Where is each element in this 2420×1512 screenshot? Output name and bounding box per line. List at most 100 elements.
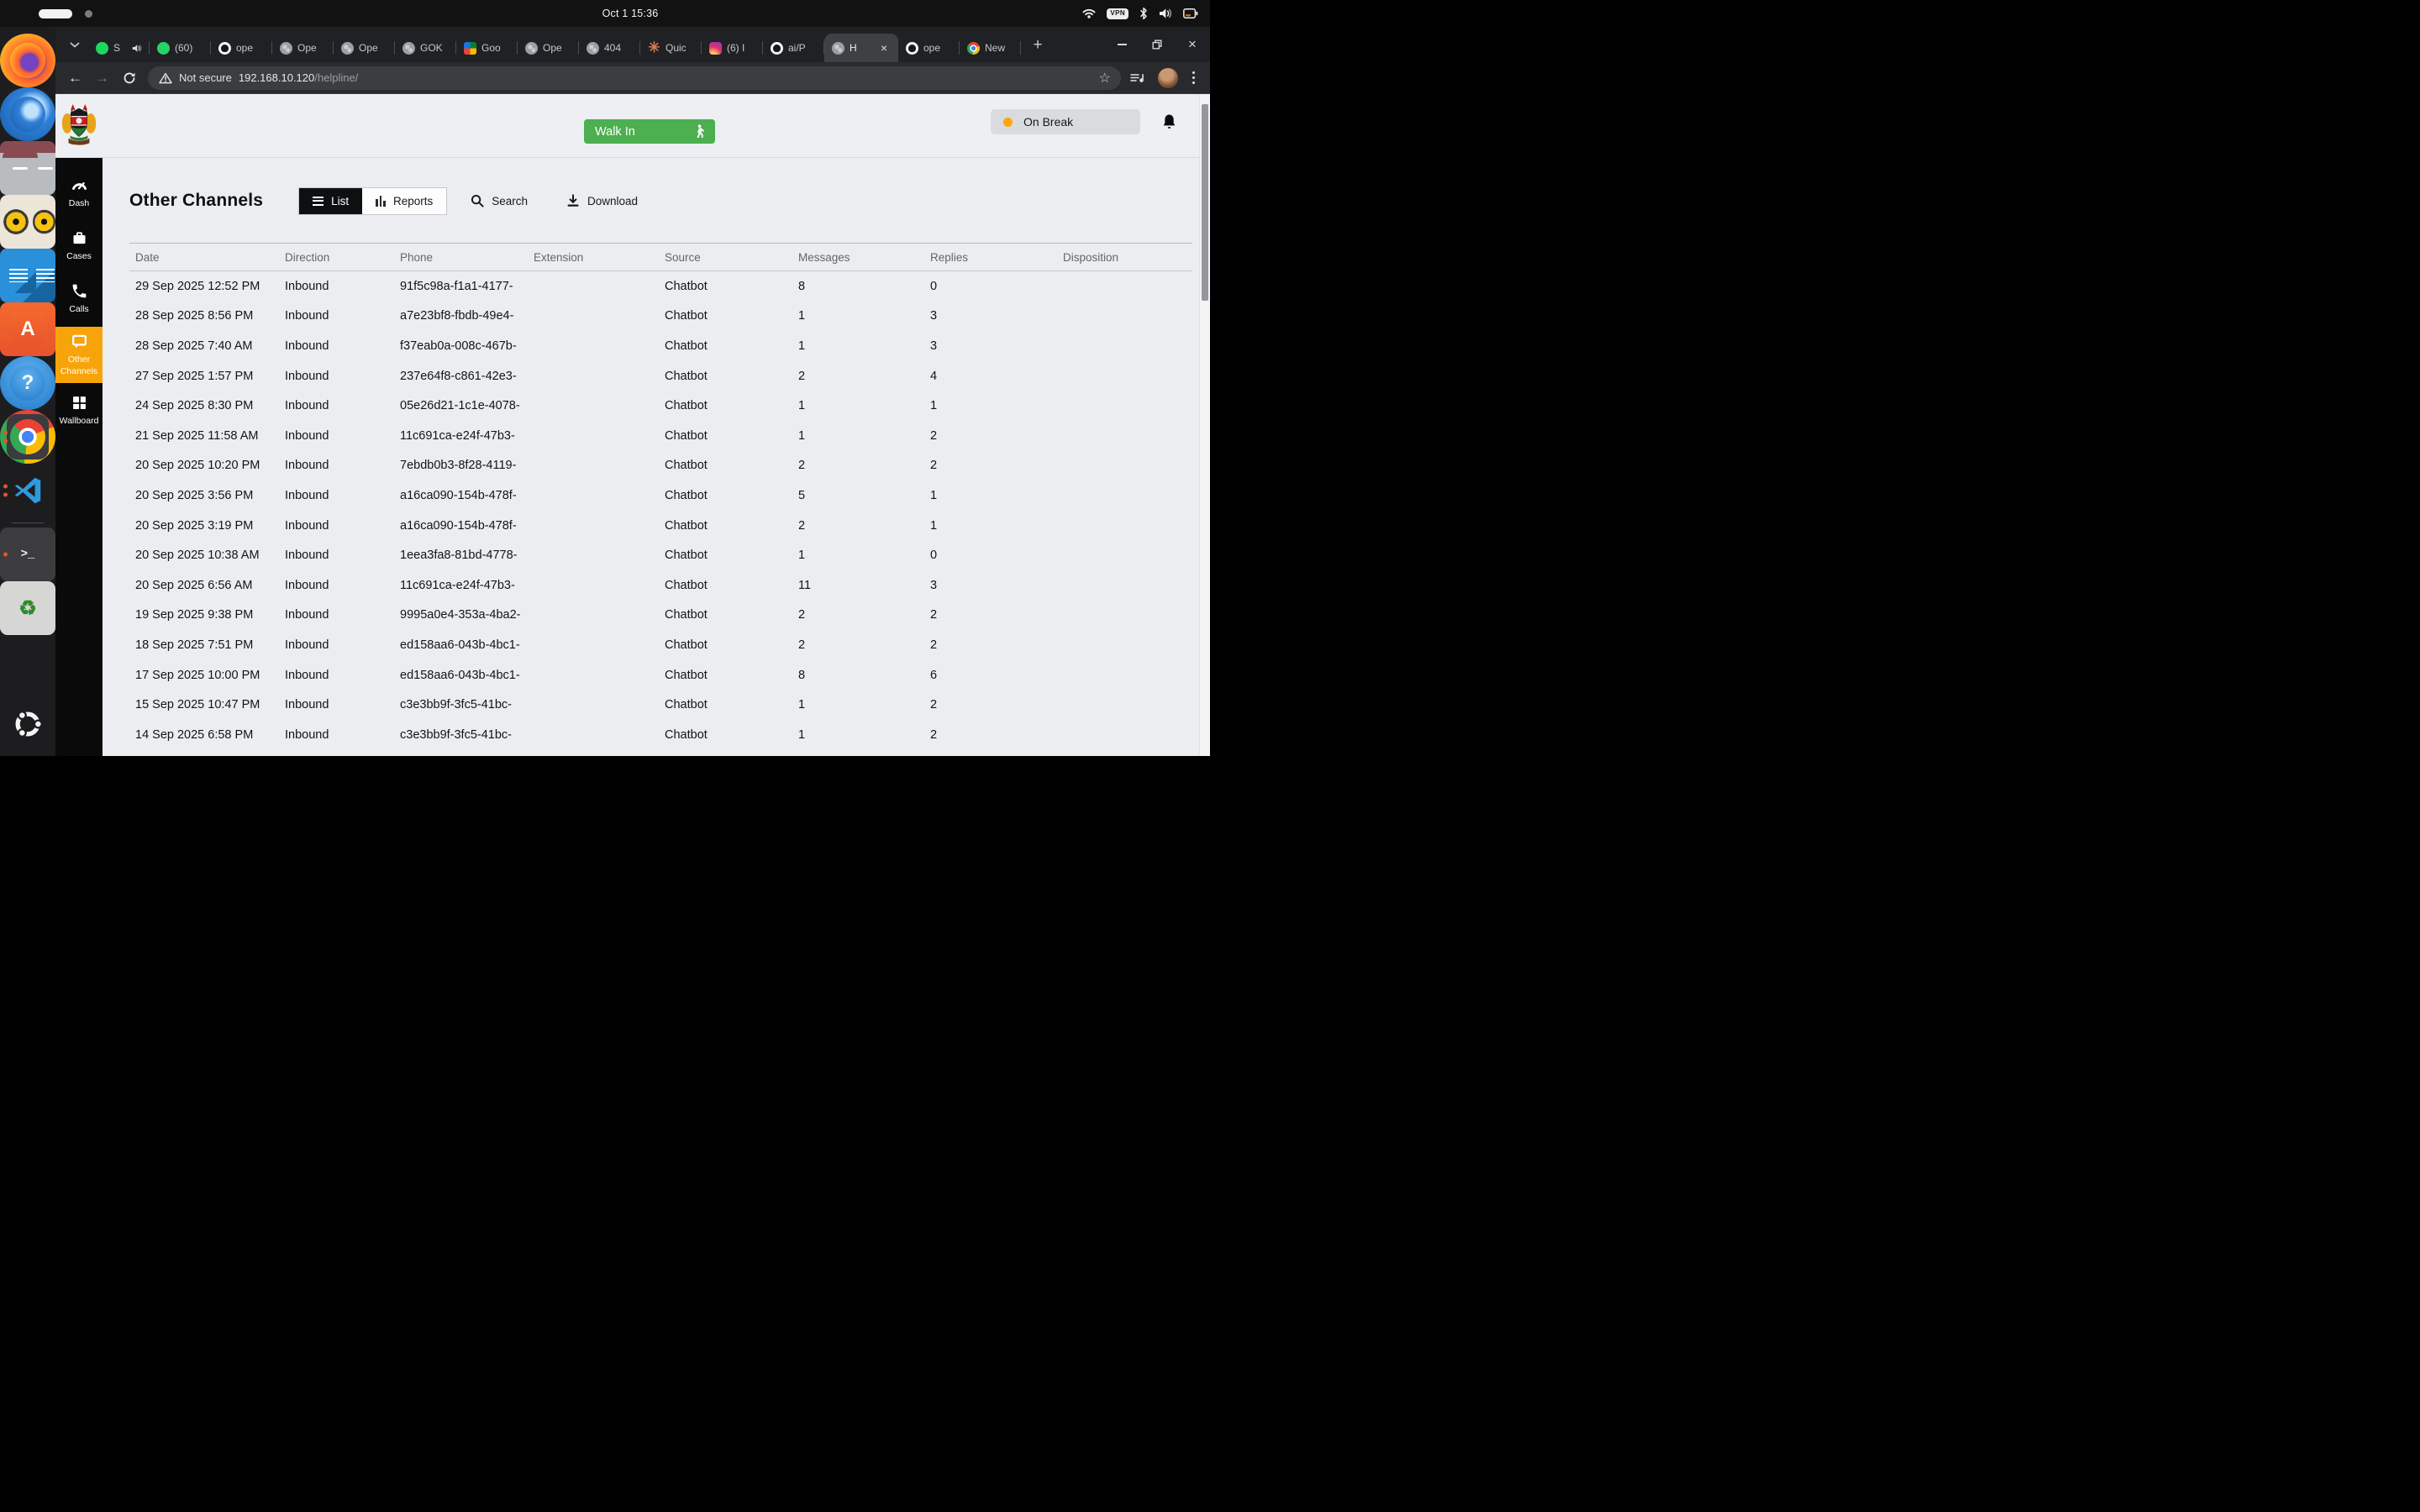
browser-tab[interactable]: Ope × — [518, 34, 579, 62]
column-header[interactable]: Messages — [798, 251, 930, 264]
close-button[interactable]: × — [1175, 27, 1210, 62]
column-header[interactable]: Disposition — [1063, 251, 1192, 264]
list-icon — [313, 196, 324, 206]
tab-title: Ope — [543, 42, 562, 54]
column-header[interactable]: Source — [665, 251, 798, 264]
tab-audio-icon[interactable] — [132, 44, 142, 53]
walk-in-button[interactable]: Walk In — [584, 119, 715, 144]
cell-date: 20 Sep 2025 3:56 PM — [135, 488, 254, 502]
scrollbar-thumb[interactable] — [1202, 104, 1208, 301]
list-view-button[interactable]: List — [299, 187, 363, 214]
table-row[interactable]: 19 Sep 2025 9:38 PM Inbound 9995a0e4-353… — [129, 601, 1192, 631]
cell-date: 20 Sep 2025 10:38 AM — [135, 549, 260, 563]
sidebar-item[interactable]: Dash — [55, 168, 103, 218]
restore-button[interactable] — [1139, 27, 1175, 62]
column-header[interactable]: Phone — [400, 251, 534, 264]
table-row[interactable]: 21 Sep 2025 11:58 AM Inbound 11c691ca-e2… — [129, 421, 1192, 451]
reports-view-button[interactable]: Reports — [362, 187, 447, 214]
tab-close-icon[interactable]: × — [877, 41, 891, 55]
cell-messages: 1 — [798, 428, 806, 443]
table-row[interactable]: 14 Sep 2025 6:58 PM Inbound c3e3bb9f-3fc… — [129, 720, 1192, 750]
table-row[interactable]: 28 Sep 2025 7:40 AM Inbound f37eab0a-008… — [129, 331, 1192, 361]
browser-tab[interactable]: Ope × — [272, 34, 334, 62]
dock-item[interactable] — [0, 464, 55, 517]
reload-button[interactable] — [118, 66, 140, 89]
dock-item[interactable]: >_ — [0, 528, 55, 581]
dock-item[interactable] — [0, 34, 55, 87]
table-row[interactable]: 20 Sep 2025 6:56 AM Inbound 11c691ca-e24… — [129, 570, 1192, 601]
table-row[interactable]: 28 Sep 2025 8:56 PM Inbound a7e23bf8-fbd… — [129, 302, 1192, 332]
not-secure-warning-icon[interactable] — [159, 72, 172, 84]
browser-tab[interactable]: GOK × — [395, 34, 456, 62]
back-button[interactable]: ← — [64, 66, 87, 89]
table-row[interactable]: 20 Sep 2025 10:20 PM Inbound 7ebdb0b3-8f… — [129, 451, 1192, 481]
media-controls-icon[interactable] — [1130, 73, 1145, 83]
trash-icon: ♻ — [10, 591, 45, 626]
browser-tab[interactable]: ope × — [898, 34, 960, 62]
browser-menu-icon[interactable] — [1186, 66, 1202, 89]
search-button[interactable]: Search — [471, 194, 528, 207]
forward-button[interactable]: → — [91, 66, 113, 89]
system-status-area[interactable]: VPN — [1082, 0, 1198, 27]
table-row[interactable]: 29 Sep 2025 12:52 PM Inbound 91f5c98a-f1… — [129, 271, 1192, 302]
dock-item[interactable]: A — [0, 302, 55, 356]
new-tab-button[interactable]: + — [1027, 34, 1049, 55]
dock-item[interactable] — [0, 87, 55, 141]
not-secure-label[interactable]: Not secure — [179, 71, 232, 84]
browser-tab[interactable]: Goo × — [456, 34, 518, 62]
dock-item[interactable] — [0, 195, 55, 249]
url-text[interactable]: 192.168.10.120/helpline/ — [239, 71, 358, 84]
sidebar-item[interactable]: Other Channels — [55, 327, 103, 384]
sidebar-item[interactable]: Cases — [55, 221, 103, 271]
dock-item[interactable] — [0, 249, 55, 302]
table-row[interactable]: 20 Sep 2025 10:38 AM Inbound 1eea3fa8-81… — [129, 540, 1192, 570]
tab-search-button[interactable] — [64, 34, 86, 55]
browser-tab[interactable]: New × — [960, 34, 1021, 62]
browser-tab[interactable]: ✳ Quic × — [640, 34, 702, 62]
table-row[interactable]: 15 Sep 2025 10:47 PM Inbound c3e3bb9f-3f… — [129, 690, 1192, 720]
profile-avatar[interactable] — [1157, 67, 1178, 88]
minimize-button[interactable] — [1104, 27, 1139, 62]
sidebar-item[interactable]: Wallboard — [55, 386, 103, 436]
dock-item[interactable] — [0, 410, 55, 464]
browser-tab[interactable]: ope × — [211, 34, 272, 62]
browser-tab[interactable]: ai/P × — [763, 34, 824, 62]
dock-item[interactable] — [0, 697, 55, 751]
browser-tab[interactable]: (6) I × — [702, 34, 763, 62]
table-row[interactable]: 20 Sep 2025 3:56 PM Inbound a16ca090-154… — [129, 480, 1192, 511]
table-row[interactable]: 27 Sep 2025 1:57 PM Inbound 237e64f8-c86… — [129, 361, 1192, 391]
cell-source: Chatbot — [665, 727, 708, 742]
dock-item[interactable] — [0, 517, 55, 528]
table-row[interactable]: 18 Sep 2025 7:51 PM Inbound ed158aa6-043… — [129, 630, 1192, 660]
cell-replies: 0 — [930, 549, 938, 563]
sidebar-item-label: Dash — [68, 198, 90, 209]
column-header[interactable]: Replies — [930, 251, 1063, 264]
notifications-bell-icon[interactable] — [1162, 113, 1176, 134]
page-scrollbar[interactable] — [1199, 94, 1210, 756]
agent-status-button[interactable]: On Break — [991, 109, 1140, 134]
sidebar-item[interactable]: Calls — [55, 274, 103, 324]
table-row[interactable]: 24 Sep 2025 8:30 PM Inbound 05e26d21-1c1… — [129, 391, 1192, 421]
browser-tab[interactable]: (60) × — [150, 34, 211, 62]
cell-replies: 2 — [930, 608, 938, 622]
cell-messages: 1 — [798, 339, 806, 353]
column-header[interactable]: Extension — [534, 251, 665, 264]
download-button[interactable]: Download — [566, 194, 638, 207]
browser-tab[interactable]: S × — [88, 34, 150, 62]
activities-pill[interactable] — [39, 8, 72, 18]
dock-item[interactable]: ♻ — [0, 581, 55, 635]
table-row[interactable]: 20 Sep 2025 3:19 PM Inbound a16ca090-154… — [129, 511, 1192, 541]
cell-phone: ed158aa6-043b-4bc1- — [400, 668, 520, 682]
system-clock[interactable]: Oct 1 15:36 — [602, 0, 659, 27]
cell-direction: Inbound — [285, 339, 329, 353]
address-bar[interactable]: Not secure 192.168.10.120/helpline/ ☆ — [148, 66, 1121, 90]
browser-tab[interactable]: 404 × — [579, 34, 640, 62]
bookmark-star-icon[interactable]: ☆ — [1093, 70, 1115, 87]
column-header[interactable]: Direction — [285, 251, 400, 264]
dock-item[interactable]: ? — [0, 356, 55, 410]
column-header[interactable]: Date — [135, 251, 285, 264]
dock-item[interactable] — [0, 141, 55, 195]
browser-tab[interactable]: Ope × — [334, 34, 395, 62]
table-row[interactable]: 17 Sep 2025 10:00 PM Inbound ed158aa6-04… — [129, 660, 1192, 690]
browser-tab[interactable]: H × — [824, 34, 898, 62]
